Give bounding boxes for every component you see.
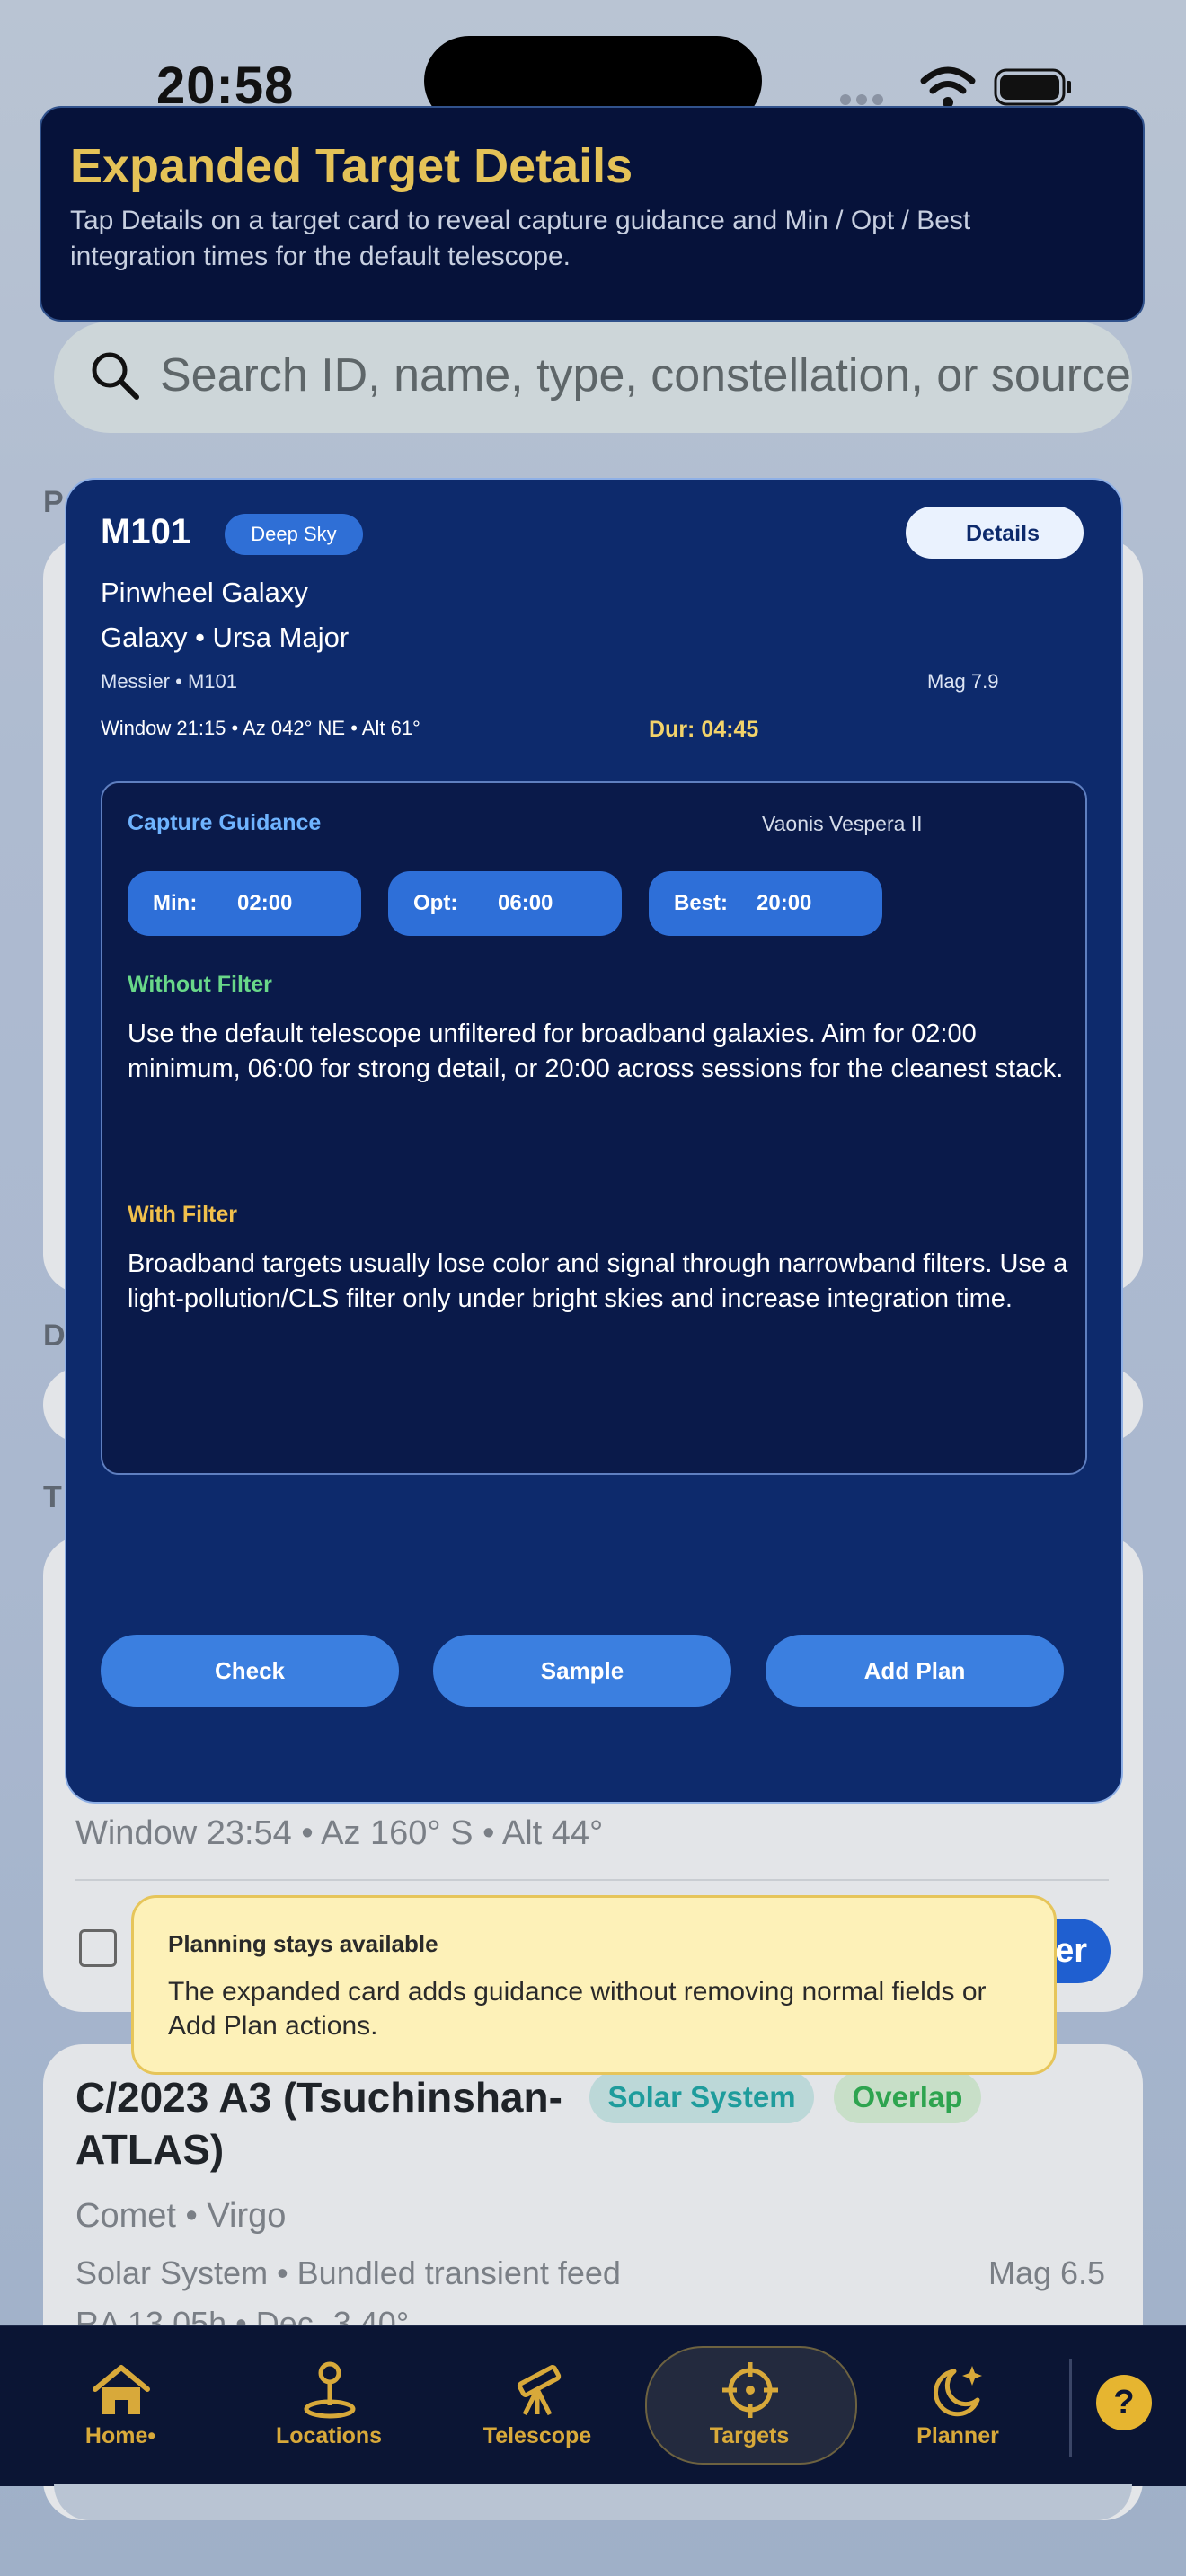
opt-label: Opt: xyxy=(413,891,458,915)
opt-time-pill: Opt: 06:00 xyxy=(388,871,622,936)
details-button[interactable]: Details xyxy=(906,507,1084,559)
section-header-fragment: P xyxy=(43,485,64,519)
without-filter-title: Without Filter xyxy=(128,972,272,997)
add-plan-button[interactable]: Add Plan xyxy=(766,1635,1064,1707)
telescope-icon xyxy=(517,2365,562,2416)
opt-value: 06:00 xyxy=(498,891,553,915)
search-input[interactable]: Search ID, name, type, constellation, or… xyxy=(160,348,1131,402)
location-pin-icon xyxy=(304,2361,356,2419)
divider xyxy=(75,1879,1109,1881)
tab-home-label: Home• xyxy=(84,2423,156,2448)
banner-text: Tap Details on a target card to reveal c… xyxy=(70,206,971,271)
crosshair-icon xyxy=(722,2362,778,2418)
battery-icon xyxy=(994,68,1071,106)
hint-banner: Expanded Target Details Tap Details on a… xyxy=(40,106,1145,322)
help-button[interactable]: ? xyxy=(1096,2375,1152,2430)
guidance-title: Capture Guidance xyxy=(128,810,322,835)
search-bar[interactable]: Search ID, name, type, constellation, or… xyxy=(54,322,1132,433)
tab-planner[interactable]: Planner xyxy=(854,2326,1062,2486)
tab-locations-label: Locations xyxy=(275,2423,383,2448)
tab-bar: Home• Locations Telescope Targets Planne… xyxy=(0,2325,1186,2486)
select-checkbox[interactable] xyxy=(79,1929,117,1967)
tooltip-text: The expanded card adds guidance without … xyxy=(168,1977,987,2041)
wifi-icon xyxy=(920,66,976,108)
min-label: Min: xyxy=(153,891,198,915)
target-type-line: Galaxy • Ursa Major xyxy=(101,622,350,653)
without-filter-text: Use the default telescope unfiltered for… xyxy=(128,1019,1064,1083)
check-button[interactable]: Check xyxy=(101,1635,399,1707)
overlap-badge: Overlap xyxy=(834,2071,981,2123)
tab-home[interactable]: Home• xyxy=(16,2326,225,2486)
moon-stars-icon xyxy=(934,2366,982,2417)
banner-title: Expanded Target Details xyxy=(70,139,633,193)
search-icon xyxy=(92,352,139,400)
tab-targets[interactable]: Targets xyxy=(643,2326,857,2486)
planning-tooltip: Planning stays available The expanded ca… xyxy=(131,1895,1057,2075)
deep-sky-badge: Deep Sky xyxy=(225,514,363,555)
comet-title: C/2023 A3 (Tsuchinshan-ATLAS) xyxy=(75,2074,562,2173)
with-filter-title: With Filter xyxy=(128,1202,237,1227)
tab-planner-label: Planner xyxy=(916,2423,999,2448)
solar-system-badge: Solar System xyxy=(589,2071,814,2123)
section-header-fragment: T xyxy=(43,1480,62,1514)
tab-telescope-label: Telescope xyxy=(482,2423,592,2448)
section-header-fragment: D xyxy=(43,1319,66,1353)
target-duration: Dur: 04:45 xyxy=(649,717,759,742)
best-value: 20:00 xyxy=(757,891,812,915)
min-time-pill: Min: 02:00 xyxy=(128,871,361,936)
expanded-target-card: M101 Deep Sky Details Pinwheel Galaxy Ga… xyxy=(65,478,1123,1804)
min-value: 02:00 xyxy=(237,891,293,915)
guidance-telescope: Vaonis Vespera II xyxy=(762,812,923,835)
target-id: M101 xyxy=(101,512,191,551)
best-label: Best: xyxy=(674,891,729,915)
signal-dots-icon xyxy=(840,93,903,105)
target-catalog: Messier • M101 xyxy=(101,670,237,693)
sample-button[interactable]: Sample xyxy=(433,1635,731,1707)
tab-locations[interactable]: Locations xyxy=(225,2326,433,2486)
tab-targets-label: Targets xyxy=(709,2423,790,2448)
target-name: Pinwheel Galaxy xyxy=(101,577,308,608)
tab-divider xyxy=(1069,2359,1072,2457)
target-window: Window 21:15 • Az 042° NE • Alt 61° xyxy=(101,717,420,739)
tooltip-title: Planning stays available xyxy=(168,1930,438,1957)
comet-magnitude: Mag 6.5 xyxy=(988,2254,1106,2291)
background-window-text: Window 23:54 • Az 160° S • Alt 44° xyxy=(75,1814,604,1852)
tab-telescope[interactable]: Telescope xyxy=(433,2326,642,2486)
target-magnitude: Mag 7.9 xyxy=(927,670,999,693)
capture-guidance-panel: Capture Guidance Vaonis Vespera II Min: … xyxy=(101,781,1087,1475)
with-filter-text: Broadband targets usually lose color and… xyxy=(128,1249,1068,1313)
comet-source: Solar System • Bundled transient feed xyxy=(75,2254,621,2291)
home-icon xyxy=(93,2365,150,2414)
best-time-pill: Best: 20:00 xyxy=(649,871,882,936)
comet-type-line: Comet • Virgo xyxy=(75,2197,287,2235)
bottom-card-fragment xyxy=(54,2484,1132,2520)
